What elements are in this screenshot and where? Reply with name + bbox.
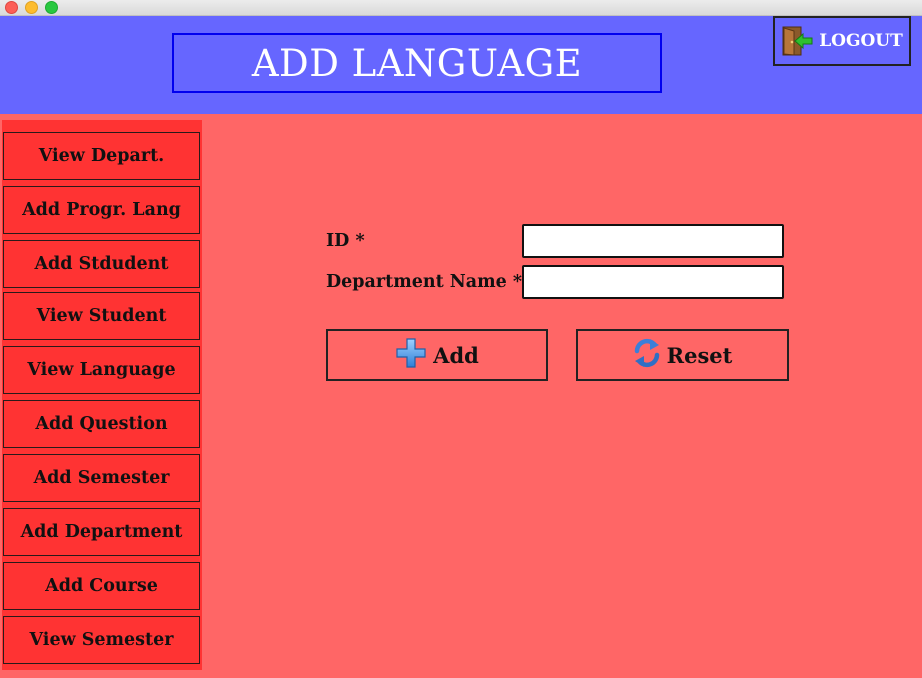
- plus-icon: [395, 337, 427, 374]
- reset-label: Reset: [666, 342, 733, 368]
- sidebar-item-view-semester[interactable]: View Semester: [3, 616, 200, 664]
- window-maximize-icon[interactable]: [45, 1, 58, 14]
- window-titlebar: [0, 0, 922, 16]
- sidebar-item-add-progr-lang[interactable]: Add Progr. Lang: [3, 186, 200, 234]
- page-title: ADD LANGUAGE: [172, 33, 662, 93]
- add-button[interactable]: Add: [326, 329, 548, 381]
- id-field[interactable]: [522, 224, 784, 258]
- window-minimize-icon[interactable]: [25, 1, 38, 14]
- header-bar: ADD LANGUAGE LOGOUT: [0, 16, 922, 114]
- sidebar-item-add-question[interactable]: Add Question: [3, 400, 200, 448]
- sidebar-item-view-language[interactable]: View Language: [3, 346, 200, 394]
- sidebar-item-add-semester[interactable]: Add Semester: [3, 454, 200, 502]
- sidebar-item-add-department[interactable]: Add Department: [3, 508, 200, 556]
- id-label: ID *: [326, 231, 365, 251]
- door-exit-icon: [781, 25, 815, 57]
- department-name-label: Department Name *: [326, 272, 522, 292]
- sidebar: View Depart. Add Progr. Lang Add Stduden…: [2, 120, 202, 670]
- logout-label: LOGOUT: [819, 31, 903, 51]
- window-close-icon[interactable]: [5, 1, 18, 14]
- logout-button[interactable]: LOGOUT: [773, 16, 911, 66]
- sidebar-item-view-student[interactable]: View Student: [3, 292, 200, 340]
- sidebar-item-add-course[interactable]: Add Course: [3, 562, 200, 610]
- department-name-field[interactable]: [522, 265, 784, 299]
- sidebar-item-add-student[interactable]: Add Stdudent: [3, 240, 200, 288]
- sidebar-item-view-depart[interactable]: View Depart.: [3, 132, 200, 180]
- add-label: Add: [433, 342, 479, 368]
- refresh-icon: [633, 337, 661, 374]
- reset-button[interactable]: Reset: [576, 329, 789, 381]
